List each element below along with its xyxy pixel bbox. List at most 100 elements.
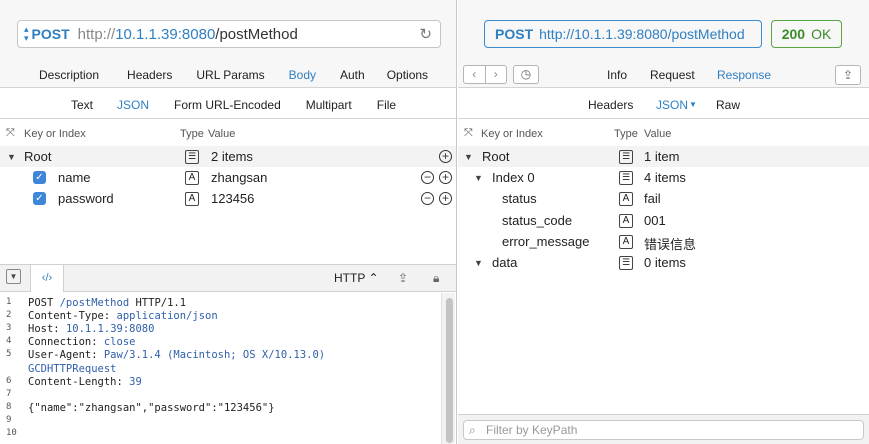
lock-icon[interactable]: 🔒︎ bbox=[433, 271, 439, 286]
body-type-tabs: Text JSON Form URL-Encoded Multipart Fil… bbox=[0, 91, 456, 119]
line-number: 3 bbox=[6, 323, 12, 334]
line-number: 4 bbox=[6, 336, 12, 347]
tab-info[interactable]: Info bbox=[607, 68, 627, 82]
filter-bar: ⌕ Filter by KeyPath bbox=[458, 414, 869, 444]
request-pane: ▴ ▾ POST http:// 10.1.1.39:8080 /postMeth… bbox=[0, 0, 457, 444]
tab-description[interactable]: Description bbox=[39, 68, 99, 82]
tab-text[interactable]: Text bbox=[71, 98, 93, 112]
field-value[interactable]: zhangsan bbox=[211, 170, 267, 185]
history-clock-icon[interactable]: ◷ bbox=[513, 65, 539, 84]
remove-icon[interactable]: − bbox=[421, 192, 434, 205]
tab-request[interactable]: Request bbox=[650, 68, 695, 82]
status-badge: 200 OK bbox=[771, 20, 842, 48]
field-key[interactable]: password bbox=[58, 191, 114, 206]
kv-column-header: ⤧ Key or Index Type Value bbox=[458, 124, 869, 144]
expand-triangle-icon[interactable]: ▼ bbox=[464, 152, 473, 162]
tab-json[interactable]: JSON bbox=[117, 98, 149, 112]
field-key[interactable]: name bbox=[58, 170, 91, 185]
scrollbar-thumb[interactable] bbox=[446, 298, 453, 443]
remove-icon[interactable]: − bbox=[421, 171, 434, 184]
filter-input[interactable]: ⌕ Filter by KeyPath bbox=[463, 420, 864, 440]
tab-headers[interactable]: Headers bbox=[588, 98, 633, 112]
tab-headers[interactable]: Headers bbox=[127, 68, 172, 82]
share-icon[interactable]: ⇪ bbox=[835, 65, 861, 85]
tab-body[interactable]: Body bbox=[289, 68, 316, 82]
list-type-icon[interactable]: ☰ bbox=[619, 256, 633, 270]
collapse-all-icon[interactable]: ⤧ bbox=[6, 127, 15, 140]
chevron-down-icon[interactable]: ▼ bbox=[689, 100, 697, 109]
tree-row-name[interactable]: ✓ name A zhangsan − + bbox=[0, 167, 456, 188]
code-line: Host: 10.1.1.39:8080 bbox=[28, 323, 154, 335]
forward-icon[interactable]: › bbox=[484, 66, 507, 83]
status-code: 200 bbox=[781, 26, 806, 42]
string-type-icon[interactable]: A bbox=[619, 234, 633, 249]
expand-triangle-icon[interactable]: ▼ bbox=[474, 258, 483, 268]
line-number: 7 bbox=[6, 388, 12, 399]
tree-row[interactable]: ▼ Index 0 ☰ 4 items bbox=[458, 167, 869, 188]
checkbox-password[interactable]: ✓ bbox=[33, 192, 46, 205]
panel-toggle-icon[interactable]: ▼ bbox=[6, 269, 21, 284]
search-icon: ⌕ bbox=[469, 423, 476, 437]
request-url-field[interactable]: ▴ ▾ POST http:// 10.1.1.39:8080 /postMeth… bbox=[17, 20, 441, 48]
code-line: Content-Type: application/json bbox=[28, 310, 218, 322]
add-icon[interactable]: + bbox=[439, 171, 452, 184]
field-value[interactable]: 123456 bbox=[211, 191, 254, 206]
code-text: Content-Length: bbox=[28, 375, 130, 388]
code-highlight: application/json bbox=[116, 310, 218, 323]
scrollbar[interactable] bbox=[441, 293, 455, 444]
filter-placeholder: Filter by KeyPath bbox=[486, 423, 578, 437]
tab-form-url-encoded[interactable]: Form URL-Encoded bbox=[174, 98, 281, 112]
list-type-icon[interactable]: ☰ bbox=[619, 171, 633, 186]
string-type-icon[interactable]: A bbox=[185, 192, 199, 206]
tab-raw[interactable]: Raw bbox=[716, 98, 740, 112]
reload-icon[interactable]: ↻ bbox=[419, 25, 432, 43]
code-view-icon[interactable]: ‹/› bbox=[30, 265, 64, 292]
code-text: Connection: bbox=[28, 336, 104, 349]
column-value: Value bbox=[208, 128, 236, 140]
tree-row-password[interactable]: ✓ password A 123456 − + bbox=[0, 188, 456, 209]
expand-triangle-icon[interactable]: ▼ bbox=[474, 173, 483, 183]
string-type-icon[interactable]: A bbox=[185, 171, 199, 185]
tree-row[interactable]: status_code A 001 bbox=[458, 210, 869, 231]
tab-json[interactable]: JSON bbox=[656, 98, 688, 112]
request-method[interactable]: POST bbox=[32, 26, 70, 42]
tab-response[interactable]: Response bbox=[717, 68, 771, 82]
list-type-icon[interactable]: ☰ bbox=[619, 150, 633, 164]
code-highlight: 39 bbox=[129, 375, 142, 388]
tree-row[interactable]: error_message A 错误信息 bbox=[458, 231, 869, 252]
method-selector-icon[interactable]: ▴ ▾ bbox=[24, 25, 29, 43]
line-number: 5 bbox=[6, 349, 12, 360]
tree-row[interactable]: ▼ data ☰ 0 items bbox=[458, 252, 869, 273]
string-type-icon[interactable]: A bbox=[619, 192, 633, 207]
code-rest: HTTP/1.1 bbox=[129, 297, 187, 309]
list-type-icon[interactable]: ☰ bbox=[185, 150, 199, 164]
url-scheme: http:// bbox=[77, 25, 116, 43]
format-selector[interactable]: HTTP ⌃ bbox=[334, 271, 379, 285]
string-type-icon[interactable]: A bbox=[619, 213, 633, 228]
tree-value: fail bbox=[644, 191, 661, 207]
response-tabs: ‹ › ◷ Info Request Response ⇪ bbox=[458, 62, 869, 88]
code-highlight: /postMethod bbox=[59, 297, 130, 309]
line-number: 2 bbox=[6, 310, 12, 321]
tab-file[interactable]: File bbox=[377, 98, 396, 112]
checkbox-name[interactable]: ✓ bbox=[33, 171, 46, 184]
back-icon[interactable]: ‹ bbox=[464, 66, 485, 83]
code-highlight: GCDHTTPRequest bbox=[28, 362, 117, 375]
expand-triangle-icon[interactable]: ▼ bbox=[7, 152, 16, 162]
tree-row[interactable]: ▼ Root ☰ 1 item bbox=[458, 146, 869, 167]
code-viewer[interactable]: 1 2 3 4 5 6 7 8 9 10 POST /postMethod HTTP/1.1 Con… bbox=[0, 293, 456, 444]
tree-row-root[interactable]: ▼ Root ☰ 2 items + bbox=[0, 146, 456, 167]
tree-row[interactable]: status Afail bbox=[458, 188, 869, 209]
tab-options[interactable]: Options bbox=[387, 68, 428, 82]
add-icon[interactable]: + bbox=[439, 192, 452, 205]
tab-auth[interactable]: Auth bbox=[340, 68, 365, 82]
share-icon[interactable]: ⇪ bbox=[398, 271, 408, 285]
status-text: OK bbox=[811, 26, 832, 42]
tab-multipart[interactable]: Multipart bbox=[306, 98, 352, 112]
tab-url-params[interactable]: URL Params bbox=[196, 68, 264, 82]
collapse-all-icon[interactable]: ⤧ bbox=[464, 127, 473, 140]
response-url-badge[interactable]: POST http://10.1.1.39:8080/postMethod bbox=[484, 20, 762, 48]
code-text: Host: bbox=[28, 323, 66, 336]
code-highlight: close bbox=[103, 336, 136, 349]
add-icon[interactable]: + bbox=[439, 150, 452, 163]
